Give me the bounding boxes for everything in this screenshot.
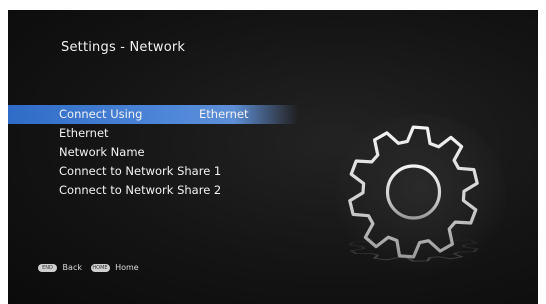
- tv-settings-screen: Settings - Network Connect Using Etherne…: [8, 10, 538, 304]
- end-key-icon: END: [38, 263, 57, 272]
- hint-back-label: Back: [62, 263, 82, 272]
- settings-menu: Connect Using Ethernet Ethernet Network …: [8, 105, 298, 200]
- button-hint-bar: END Back HOME Home: [38, 263, 145, 272]
- menu-item-network-share-2[interactable]: Connect to Network Share 2: [8, 181, 298, 200]
- menu-item-label: Ethernet: [59, 126, 109, 140]
- home-key-icon: HOME: [90, 263, 110, 272]
- menu-item-value: Ethernet: [199, 107, 249, 121]
- hint-home-label: Home: [115, 263, 139, 272]
- menu-item-label: Network Name: [59, 145, 145, 159]
- menu-item-network-name[interactable]: Network Name: [8, 143, 298, 162]
- gear-icon: [333, 114, 508, 284]
- hint-back[interactable]: END Back: [38, 263, 82, 272]
- page-title: Settings - Network: [61, 40, 186, 55]
- hint-home[interactable]: HOME Home: [90, 263, 139, 272]
- menu-item-connect-using[interactable]: Connect Using Ethernet: [8, 105, 298, 124]
- menu-item-ethernet[interactable]: Ethernet: [8, 124, 298, 143]
- menu-item-label: Connect to Network Share 2: [59, 183, 222, 197]
- menu-item-label: Connect Using: [59, 107, 143, 121]
- menu-item-label: Connect to Network Share 1: [59, 164, 222, 178]
- menu-item-network-share-1[interactable]: Connect to Network Share 1: [8, 162, 298, 181]
